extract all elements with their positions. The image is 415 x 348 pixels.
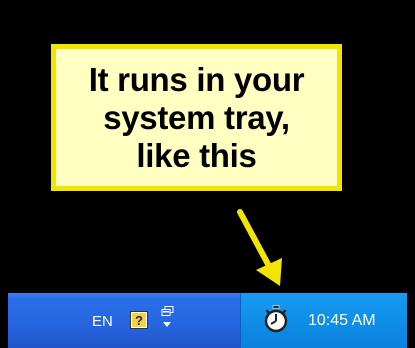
network-icon[interactable]	[160, 306, 176, 330]
callout-line-2: system tray,	[103, 98, 290, 136]
help-icon[interactable]: ?	[130, 311, 148, 329]
callout-line-3: like this	[136, 136, 257, 174]
callout-box: It runs in your system tray, like this	[51, 44, 342, 191]
system-tray: 10:45 AM	[240, 293, 407, 348]
language-indicator[interactable]: EN	[92, 313, 113, 330]
svg-text:?: ?	[135, 313, 143, 328]
callout-line-1: It runs in your	[88, 60, 305, 98]
taskbar: EN ? 10:45 AM	[8, 293, 407, 348]
desktop-screen: It runs in your system tray, like this E…	[0, 0, 415, 348]
clock-time[interactable]: 10:45 AM	[308, 312, 376, 330]
stopwatch-icon[interactable]	[264, 305, 288, 333]
